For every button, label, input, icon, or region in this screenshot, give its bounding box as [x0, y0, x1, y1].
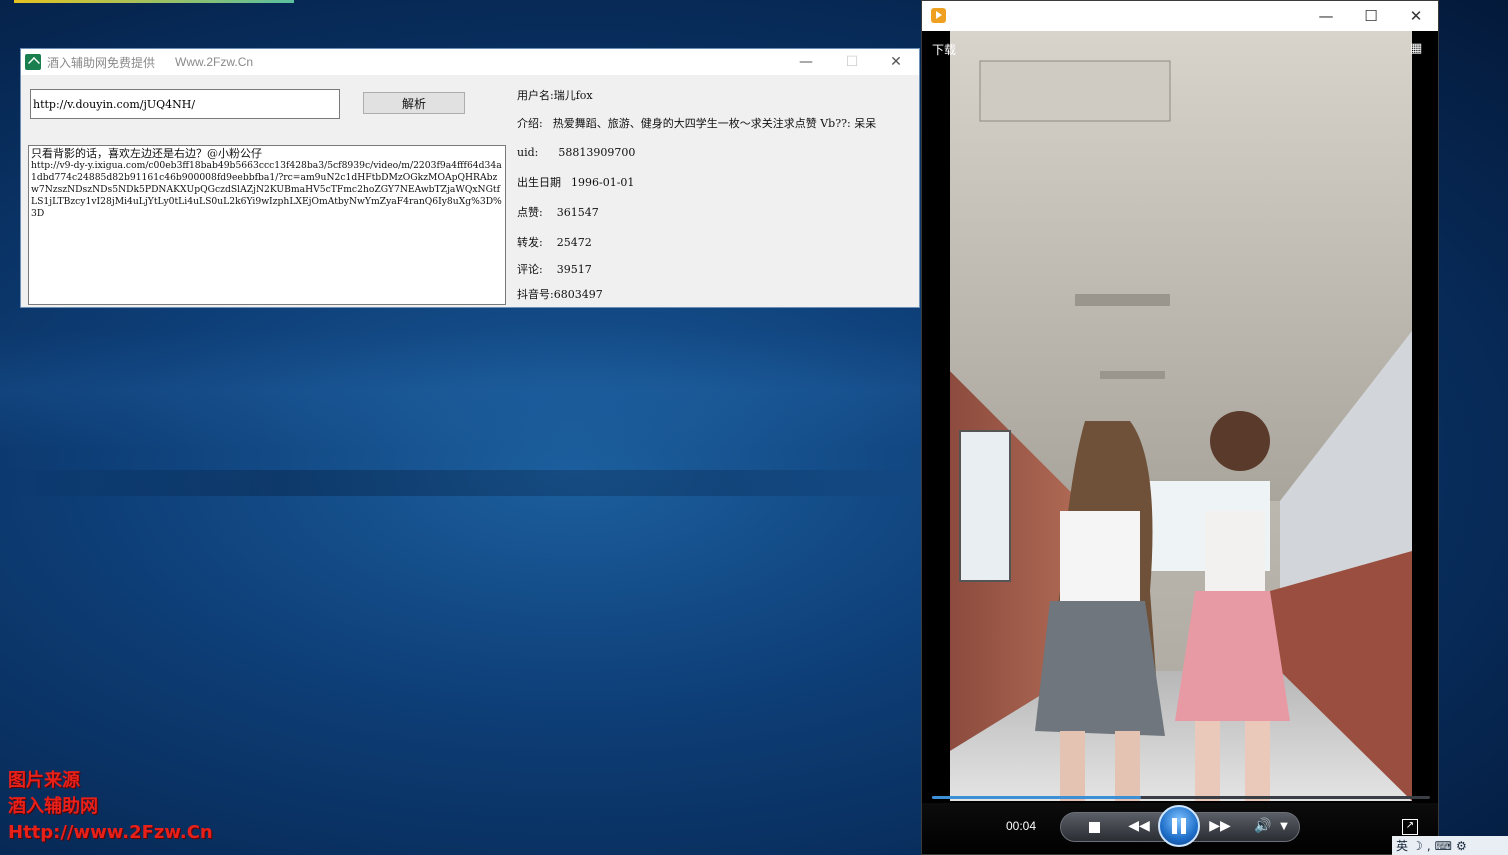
birth-value: 1996-01-01	[571, 176, 635, 189]
chevron-down-icon[interactable]: ▼	[1278, 819, 1290, 833]
video-frame[interactable]	[950, 31, 1412, 801]
result-textarea[interactable]: 只看背影的话，喜欢左边还是右边？@小粉公仔 http://v9-dy-y.ixi…	[28, 145, 506, 305]
info-birth: 出生日期 1996-01-01	[517, 174, 634, 190]
progress-bar[interactable]	[932, 796, 1430, 799]
video-player-window: — ☐ ✕ 下载 ▦ 00:04 ◀◀ ▶▶ 🔊 ▼ ↗	[921, 0, 1439, 855]
window-title: 酒入辅助网免费提供	[47, 55, 156, 70]
comments-label: 评论:	[517, 263, 543, 276]
shares-value: 25472	[556, 236, 592, 249]
desktop-light-beam	[0, 330, 920, 450]
punctuation-icon[interactable]: ‚	[1427, 839, 1431, 853]
shrink-icon[interactable]: ▦	[1410, 41, 1428, 56]
parse-button[interactable]: 解析	[363, 92, 465, 114]
parser-window: 酒入辅助网免费提供 Www.2Fzw.Cn — ☐ ✕ 解析 只看背影的话，喜欢…	[20, 48, 920, 308]
douyin-label: 抖音号:	[517, 288, 554, 301]
time-display: 00:04	[1006, 819, 1037, 833]
intro-value: 热爱舞蹈、旅游、健身的大四学生一枚～求关注求点赞 Vb??: 呆呆	[552, 117, 877, 130]
window-site: Www.2Fzw.Cn	[175, 55, 254, 69]
url-input[interactable]	[30, 89, 340, 119]
player-titlebar[interactable]: — ☐ ✕	[922, 1, 1438, 31]
likes-value: 361547	[556, 206, 599, 219]
player-maximize-button[interactable]: ☐	[1348, 1, 1394, 31]
pause-icon[interactable]	[1158, 805, 1200, 847]
likes-label: 点赞:	[517, 206, 543, 219]
uid-value: 58813909700	[558, 146, 636, 159]
progress-fill	[932, 796, 1142, 799]
minimize-button[interactable]: —	[783, 49, 829, 75]
keyboard-icon[interactable]: ⌨	[1435, 839, 1452, 853]
taskbar-remnant	[14, 0, 294, 3]
username-label: 用户名:	[517, 89, 554, 102]
shares-label: 转发:	[517, 236, 543, 249]
intro-label: 介绍:	[517, 117, 543, 130]
info-comments: 评论: 39517	[517, 261, 592, 277]
player-app-icon	[931, 8, 946, 23]
info-intro: 介绍: 热爱舞蹈、旅游、健身的大四学生一枚～求关注求点赞 Vb??: 呆呆	[517, 115, 876, 131]
video-scene-image	[950, 31, 1412, 801]
moon-icon[interactable]: ☽	[1412, 839, 1423, 853]
system-tray: 英 ☽ ‚ ⌨ ⚙	[1392, 836, 1508, 855]
info-douyin-id: 抖音号:6803497	[517, 286, 603, 302]
stop-icon[interactable]	[1086, 819, 1102, 835]
uid-label: uid:	[517, 146, 539, 159]
settings-icon[interactable]: ⚙	[1456, 839, 1467, 853]
info-username: 用户名:瑞儿fox	[517, 87, 593, 103]
ime-indicator[interactable]: 英	[1396, 837, 1408, 854]
watermark-line-1: 图片来源	[8, 770, 80, 791]
player-close-button[interactable]: ✕	[1393, 1, 1438, 31]
rewind-icon[interactable]: ◀◀	[1126, 817, 1152, 835]
username-value: 瑞儿fox	[553, 89, 593, 102]
info-shares: 转发: 25472	[517, 234, 592, 250]
desktop-dark-beam	[0, 470, 920, 496]
fast-forward-icon[interactable]: ▶▶	[1207, 817, 1233, 835]
info-likes: 点赞: 361547	[517, 204, 599, 220]
birth-label: 出生日期	[517, 176, 561, 189]
result-url: http://v9-dy-y.ixigua.com/c00eb3ff18bab4…	[31, 160, 502, 219]
watermark-line-3: Http://www.2Fzw.Cn	[8, 822, 213, 843]
douyin-value: 6803497	[553, 288, 603, 301]
parser-titlebar[interactable]: 酒入辅助网免费提供 Www.2Fzw.Cn — ☐ ✕	[21, 49, 919, 75]
watermark: 图片来源 酒入辅助网 Http://www.2Fzw.Cn	[8, 768, 213, 846]
app-icon	[25, 54, 41, 70]
fullscreen-icon[interactable]: ↗	[1402, 819, 1418, 835]
info-uid: uid: 58813909700	[517, 146, 635, 159]
maximize-button[interactable]: ☐	[829, 49, 875, 75]
result-title: 只看背影的话，喜欢左边还是右边？@小粉公仔	[31, 147, 262, 160]
close-button[interactable]: ✕	[873, 49, 919, 75]
volume-icon[interactable]: 🔊	[1254, 817, 1272, 835]
player-minimize-button[interactable]: —	[1303, 1, 1349, 31]
watermark-line-2: 酒入辅助网	[8, 796, 98, 817]
comments-value: 39517	[556, 263, 592, 276]
download-label[interactable]: 下载	[932, 41, 956, 58]
